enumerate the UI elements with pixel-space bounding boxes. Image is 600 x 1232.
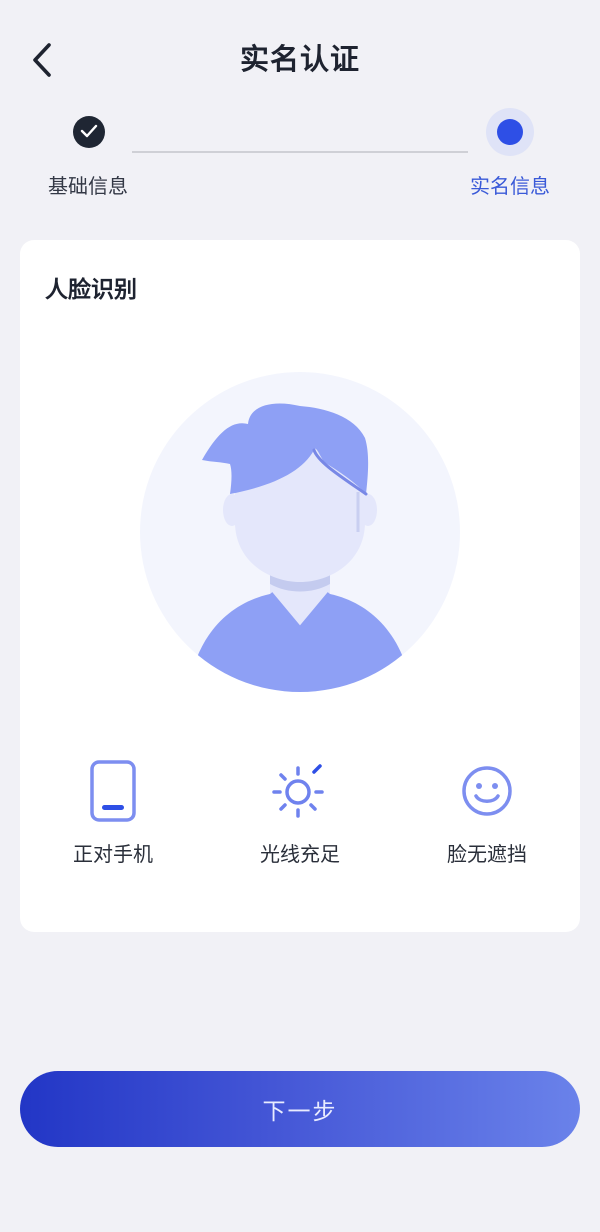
smile-icon — [407, 758, 567, 824]
page-title: 实名认证 — [239, 42, 360, 76]
step-basic-info-indicator — [73, 116, 105, 148]
tip-label: 脸无遮挡 — [447, 842, 527, 866]
phone-icon — [33, 758, 193, 824]
check-icon — [80, 123, 98, 142]
tip-no-cover: 脸无遮挡 — [407, 758, 567, 867]
step-label-realname-info: 实名信息 — [470, 174, 550, 198]
face-avatar-illustration — [140, 372, 460, 692]
tip-enough-light: 光线充足 — [220, 758, 380, 867]
face-recognition-card: 人脸识别 正对手机 光线充足 脸无遮挡 — [20, 240, 580, 932]
stepper-progress-line — [132, 151, 468, 153]
card-title: 人脸识别 — [45, 277, 137, 303]
next-step-button[interactable]: 下一步 — [20, 1071, 580, 1147]
current-step-dot — [497, 119, 523, 145]
step-label-basic-info: 基础信息 — [48, 174, 128, 198]
tip-label: 正对手机 — [73, 842, 153, 866]
tip-face-phone: 正对手机 — [33, 758, 193, 867]
step-realname-info-indicator — [486, 108, 534, 156]
tip-label: 光线充足 — [260, 842, 340, 866]
sun-icon — [220, 758, 380, 824]
